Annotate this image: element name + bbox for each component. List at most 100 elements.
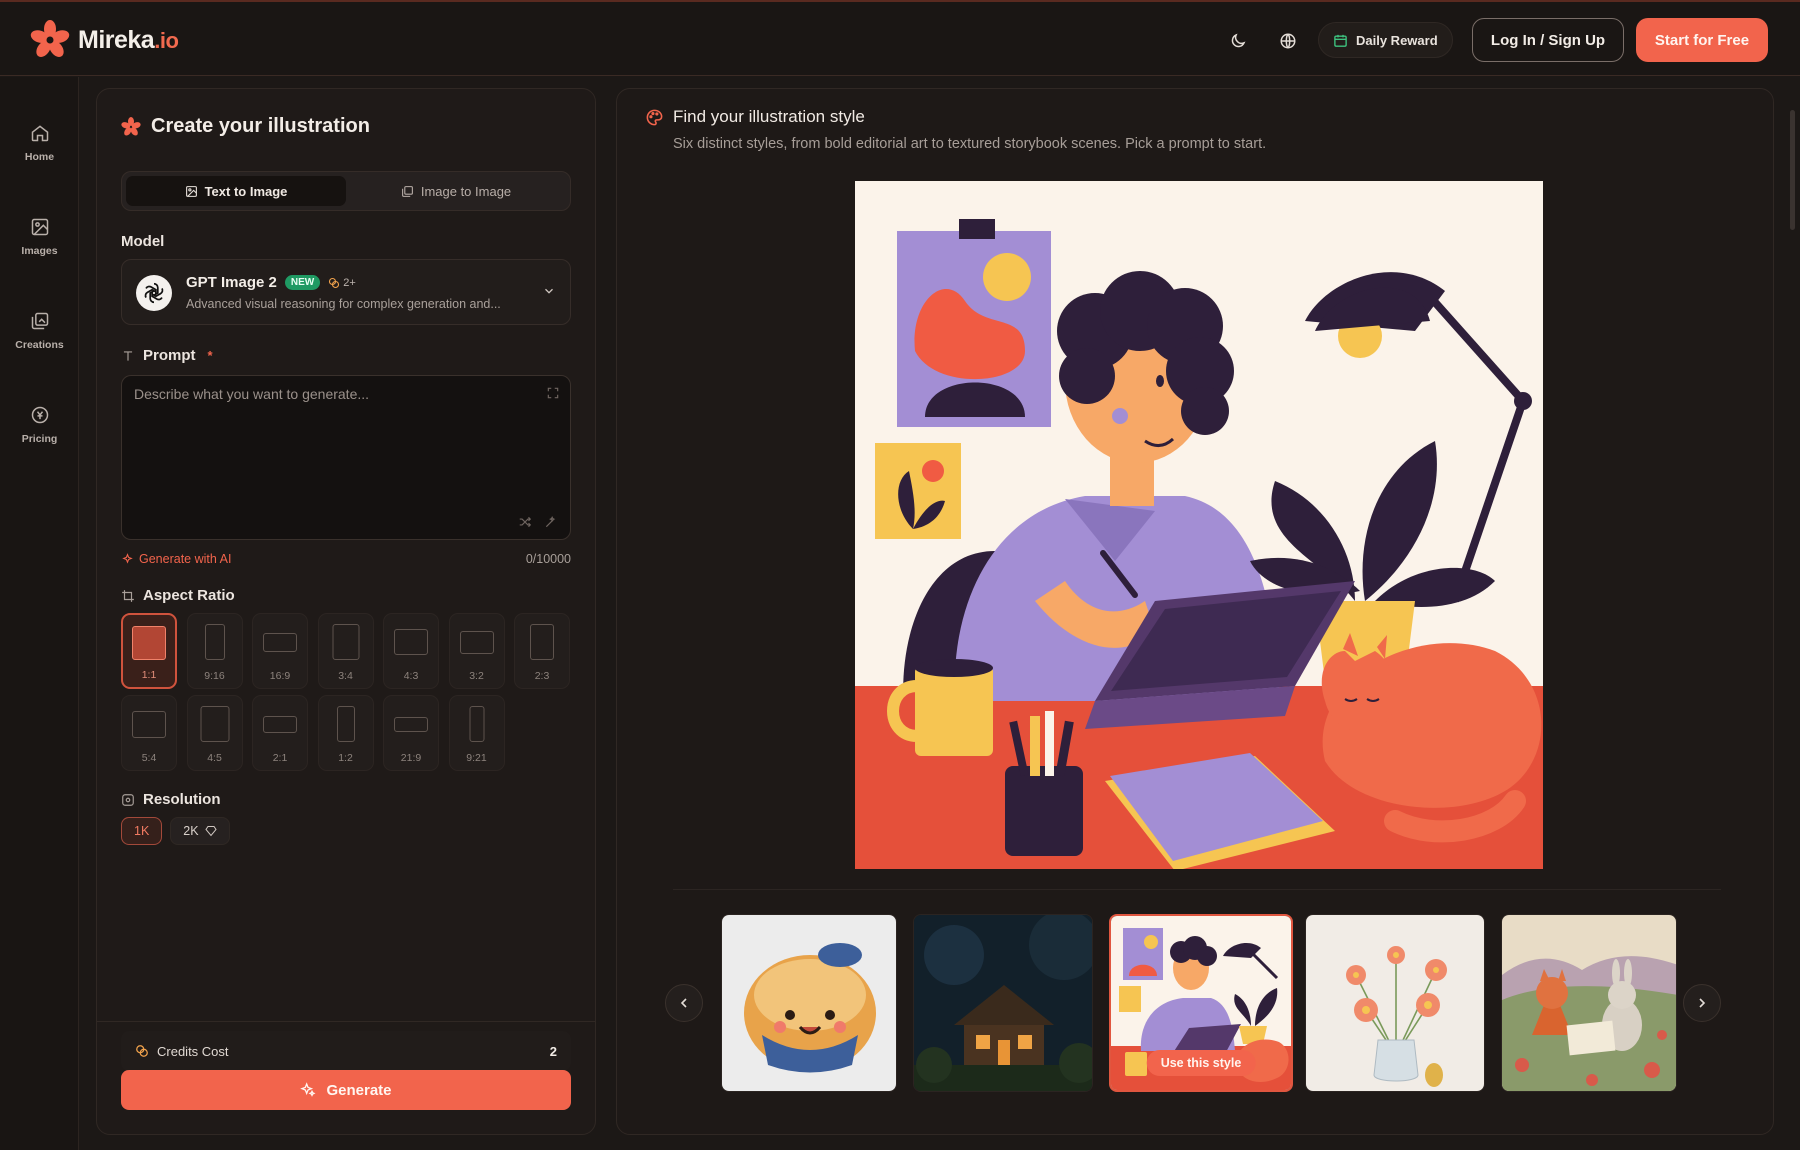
moon-icon <box>1231 33 1246 48</box>
aspect-ratio-9x16-button[interactable]: 9:16 <box>186 613 243 689</box>
page-scrollbar[interactable] <box>1790 110 1795 230</box>
daily-reward-button[interactable]: Daily Reward <box>1318 22 1453 58</box>
gallery-icon <box>31 312 48 330</box>
text-icon <box>123 350 133 361</box>
aspect-ratio-shape <box>332 624 359 660</box>
new-badge: NEW <box>284 275 321 290</box>
prompt-label: Prompt * <box>121 347 213 364</box>
image-icon <box>31 218 48 236</box>
sidebar-item-creations[interactable]: Creations <box>0 311 79 351</box>
aspect-ratio-label: 16:9 <box>269 670 291 682</box>
top-bar: Mireka.io Daily Reward Log In / Sign Up … <box>0 0 1800 76</box>
aspect-ratio-1x2-button[interactable]: 1:2 <box>317 695 374 771</box>
carousel-next-button[interactable] <box>1683 984 1721 1022</box>
model-credits: 2+ <box>328 277 356 289</box>
palette-icon <box>646 109 663 125</box>
generate-button[interactable]: Generate <box>121 1070 571 1110</box>
aspect-ratio-label: 9:21 <box>466 752 487 764</box>
aspect-ratio-label: Aspect Ratio <box>121 587 235 604</box>
sidebar-item-label: Home <box>24 151 55 163</box>
aspect-ratio-label: 21:9 <box>400 752 422 764</box>
mode-tabs: Text to Image Image to Image <box>121 171 571 211</box>
coin-icon <box>31 406 48 424</box>
aspect-ratio-2x1-button[interactable]: 2:1 <box>252 695 308 771</box>
aspect-ratio-label: 3:2 <box>469 670 484 682</box>
start-free-button[interactable]: Start for Free <box>1636 18 1768 62</box>
prompt-input[interactable]: Describe what you want to generate... <box>121 375 571 540</box>
sidebar: Home Images Creations Pricing <box>0 77 79 1150</box>
home-icon <box>31 125 48 142</box>
aspect-ratio-3x2-button[interactable]: 3:2 <box>448 613 505 689</box>
expand-icon[interactable] <box>546 386 560 400</box>
aspect-ratio-5x4-button[interactable]: 5:4 <box>121 695 177 771</box>
aspect-ratio-16x9-button[interactable]: 16:9 <box>252 613 308 689</box>
tab-text-to-image[interactable]: Text to Image <box>126 176 346 206</box>
sidebar-item-home[interactable]: Home <box>0 123 79 163</box>
sidebar-item-pricing[interactable]: Pricing <box>0 405 79 445</box>
aspect-ratio-3x4-button[interactable]: 3:4 <box>317 613 374 689</box>
daily-reward-label: Daily Reward <box>1356 32 1438 48</box>
aspect-ratio-shape <box>263 715 297 733</box>
aspect-ratio-shape <box>394 716 428 732</box>
language-button[interactable] <box>1271 24 1305 58</box>
images-icon <box>401 185 413 197</box>
carousel-prev-button[interactable] <box>665 984 703 1022</box>
magic-wand-icon[interactable] <box>544 515 558 529</box>
aspect-ratio-shape <box>200 706 229 742</box>
calendar-icon <box>1334 34 1347 47</box>
aspect-ratio-label: 5:4 <box>141 752 157 764</box>
create-panel: Create your illustration Text to Image I… <box>96 88 596 1135</box>
diamond-icon <box>204 826 217 837</box>
sidebar-item-images[interactable]: Images <box>0 217 79 257</box>
generate-with-ai-link[interactable]: Generate with AI <box>121 552 231 566</box>
style-thumbnail-illustrator-desk[interactable]: Use this style <box>1109 914 1293 1092</box>
aspect-ratio-shape <box>394 629 428 655</box>
hero-illustration <box>855 181 1543 869</box>
style-thumbnail-night-cabin[interactable] <box>913 914 1093 1092</box>
shuffle-icon[interactable] <box>518 515 532 529</box>
sidebar-item-label: Pricing <box>21 433 58 445</box>
coins-icon <box>136 1045 148 1057</box>
character-count: 0/10000 <box>525 552 571 566</box>
credits-cost-row: Credits Cost 2 <box>121 1031 571 1071</box>
sparkles-icon <box>122 552 133 564</box>
aspect-ratio-shape <box>132 626 166 660</box>
aspect-ratio-shape <box>204 624 225 660</box>
sidebar-item-label: Images <box>21 245 58 257</box>
image-icon <box>185 185 197 197</box>
style-panel: Find your illustration style Six distinc… <box>616 88 1774 1135</box>
aspect-ratio-9x21-button[interactable]: 9:21 <box>448 695 505 771</box>
chevron-down-icon <box>545 288 553 294</box>
style-thumbnail-bun-character[interactable] <box>721 914 897 1092</box>
target-icon <box>122 793 134 806</box>
aspect-ratio-1x1-button[interactable]: 1:1 <box>121 613 177 689</box>
aspect-ratio-label: 3:4 <box>338 670 353 682</box>
aspect-ratio-4x3-button[interactable]: 4:3 <box>383 613 439 689</box>
aspect-ratio-shape <box>336 706 355 742</box>
resolution-1k-button[interactable]: 1K <box>121 817 163 845</box>
style-thumbnail-fox-rabbit-meadow[interactable] <box>1501 914 1677 1092</box>
aspect-ratio-4x5-button[interactable]: 4:5 <box>186 695 243 771</box>
aspect-ratio-shape <box>469 706 484 742</box>
model-description: Advanced visual reasoning for complex ge… <box>186 297 501 311</box>
resolution-2k-button[interactable]: 2K <box>170 817 230 845</box>
chevron-left-icon <box>680 998 687 1008</box>
prompt-placeholder: Describe what you want to generate... <box>134 386 370 402</box>
tab-image-to-image[interactable]: Image to Image <box>346 176 566 206</box>
coins-icon <box>329 277 340 288</box>
model-select[interactable]: GPT Image 2 NEW 2+ Advanced visual reaso… <box>121 259 571 325</box>
style-panel-header: Find your illustration style <box>645 107 865 127</box>
aspect-ratio-2x3-button[interactable]: 2:3 <box>514 613 570 689</box>
resolution-options: 1K 2K <box>121 817 230 845</box>
login-signup-button[interactable]: Log In / Sign Up <box>1472 18 1624 62</box>
crop-icon <box>122 589 134 602</box>
use-style-button[interactable]: Use this style <box>1146 1050 1256 1076</box>
aspect-ratio-shape <box>263 632 297 652</box>
brand-logo[interactable]: Mireka.io <box>30 20 179 60</box>
flower-logo-icon <box>30 20 70 57</box>
aspect-ratio-shape <box>530 624 554 660</box>
theme-toggle-button[interactable] <box>1221 24 1255 58</box>
aspect-ratio-label: 2:1 <box>272 752 288 764</box>
aspect-ratio-21x9-button[interactable]: 21:9 <box>383 695 439 771</box>
style-thumbnail-flower-vase[interactable] <box>1305 914 1485 1092</box>
